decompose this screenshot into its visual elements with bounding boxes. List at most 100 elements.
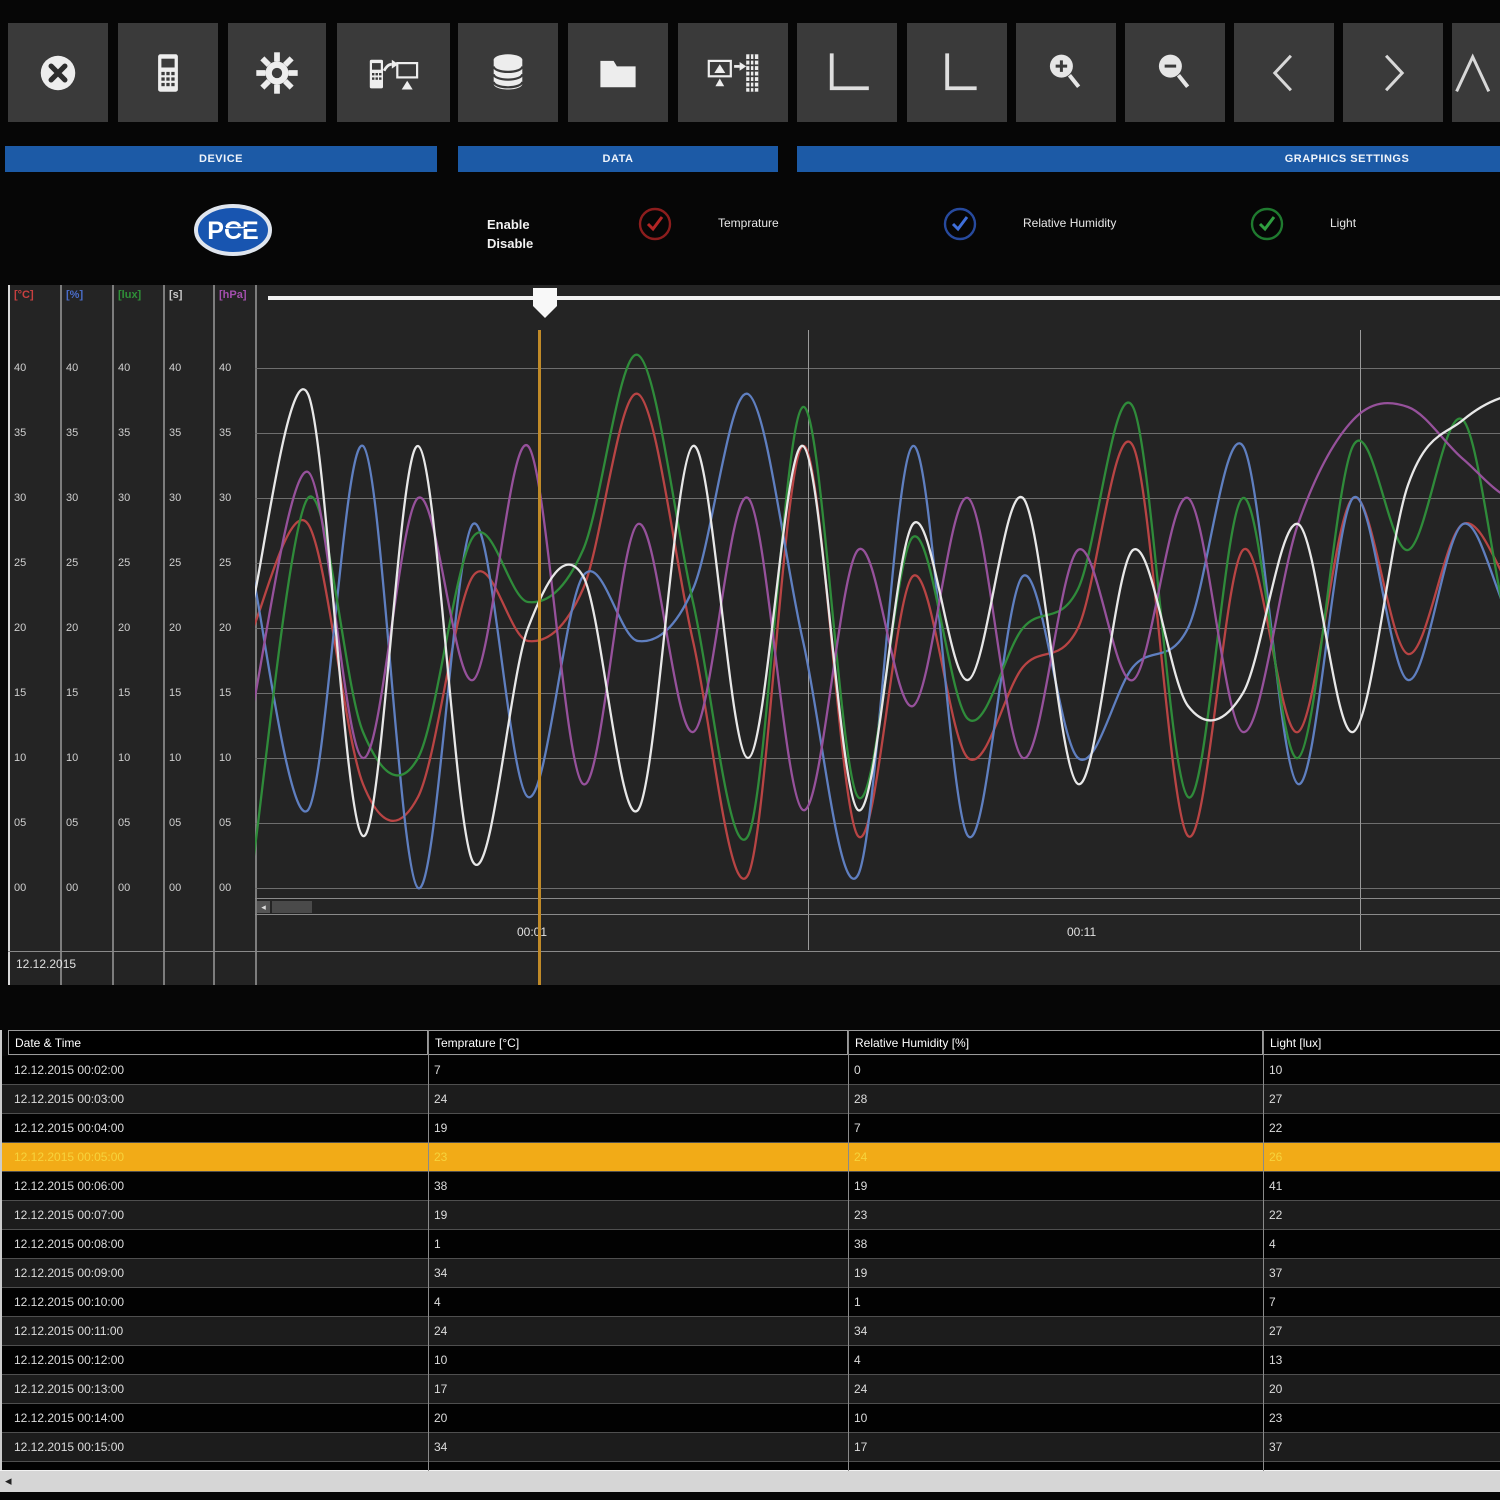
table-row[interactable]: 12.12.2015 00:09:00341937 bbox=[2, 1259, 1500, 1288]
table-header-0[interactable]: Date & Time bbox=[8, 1030, 428, 1055]
table-row[interactable]: 12.12.2015 00:07:00192322 bbox=[2, 1201, 1500, 1230]
table-row[interactable]: 12.12.2015 00:15:00341737 bbox=[2, 1433, 1500, 1462]
table-row[interactable]: 12.12.2015 00:08:001384 bbox=[2, 1230, 1500, 1259]
table-cell: 4 bbox=[428, 1288, 848, 1317]
table-cell: 12.12.2015 00:09:00 bbox=[8, 1259, 428, 1288]
y-tick-label: 25 bbox=[66, 557, 78, 569]
table-row[interactable]: 12.12.2015 00:02:007010 bbox=[2, 1056, 1500, 1085]
table-cell: 1 bbox=[428, 1230, 848, 1259]
table-cell: 12.12.2015 00:12:00 bbox=[8, 1346, 428, 1375]
application-window: DEVICE DATA GRAPHICS SETTINGS PCE Enable… bbox=[0, 0, 1500, 1500]
database-button[interactable] bbox=[458, 23, 558, 122]
y-tick-label: 25 bbox=[169, 557, 181, 569]
series-line--s- bbox=[255, 389, 1500, 865]
read-device-button[interactable] bbox=[337, 23, 450, 122]
table-row[interactable]: 12.12.2015 00:03:00242827 bbox=[2, 1085, 1500, 1114]
table-cell: 12.12.2015 00:15:00 bbox=[8, 1433, 428, 1462]
y-tick-label: 35 bbox=[14, 427, 26, 439]
checkbox-relative-humidity[interactable] bbox=[942, 206, 978, 242]
y-tick-label: 05 bbox=[169, 817, 181, 829]
y-tick-label: 20 bbox=[169, 622, 181, 634]
table-cell: 27 bbox=[1263, 1317, 1500, 1346]
table-row[interactable]: 12.12.2015 00:04:0019722 bbox=[2, 1114, 1500, 1143]
table-cell: 22 bbox=[1263, 1201, 1500, 1230]
horizontal-scrollbar[interactable]: ◂ bbox=[0, 1470, 1500, 1492]
table-row[interactable]: 12.12.2015 00:11:00243427 bbox=[2, 1317, 1500, 1346]
legend-label-light: Light bbox=[1330, 216, 1356, 230]
table-cell: 17 bbox=[428, 1375, 848, 1404]
group-label-graphics-settings: GRAPHICS SETTINGS bbox=[797, 146, 1500, 172]
table-header-1[interactable]: Temprature [°C] bbox=[428, 1030, 848, 1055]
table-cell: 19 bbox=[428, 1201, 848, 1230]
table-cell: 7 bbox=[1263, 1288, 1500, 1317]
device-to-pc-icon bbox=[366, 51, 422, 95]
chart-scrollbar-left-arrow[interactable]: ◂ bbox=[257, 901, 270, 913]
checkbox-temperature[interactable] bbox=[637, 206, 673, 242]
table-cell: 12.12.2015 00:10:00 bbox=[8, 1288, 428, 1317]
settings-button[interactable] bbox=[228, 23, 326, 122]
y-tick-label: 35 bbox=[66, 427, 78, 439]
table-header-3[interactable]: Light [lux] bbox=[1263, 1030, 1500, 1055]
date-row-divider bbox=[8, 951, 1500, 952]
chart-scrollbar-thumb[interactable] bbox=[272, 901, 312, 913]
chart-cursor-line[interactable] bbox=[538, 330, 541, 985]
y-tick-label: 15 bbox=[219, 687, 231, 699]
curve-button[interactable] bbox=[1452, 23, 1500, 122]
table-cell: 12.12.2015 00:03:00 bbox=[8, 1085, 428, 1114]
table-row[interactable]: 12.12.2015 00:12:0010413 bbox=[2, 1346, 1500, 1375]
table-cell: 12.12.2015 00:07:00 bbox=[8, 1201, 428, 1230]
table-cell: 10 bbox=[848, 1404, 1263, 1433]
y-tick-label: 10 bbox=[118, 752, 130, 764]
chevron-left-icon bbox=[1261, 50, 1307, 96]
table-header-2[interactable]: Relative Humidity [%] bbox=[848, 1030, 1263, 1055]
y-tick-label: 15 bbox=[66, 687, 78, 699]
y-tick-label: 40 bbox=[219, 362, 231, 374]
table-row[interactable]: 12.12.2015 00:05:00232426 bbox=[2, 1143, 1500, 1172]
y-tick-label: 40 bbox=[66, 362, 78, 374]
zoom-in-icon bbox=[1043, 50, 1089, 96]
axis-unit-label: [lux] bbox=[118, 289, 141, 301]
table-cell: 27 bbox=[1263, 1085, 1500, 1114]
table-row[interactable]: 12.12.2015 00:06:00381941 bbox=[2, 1172, 1500, 1201]
table-cell: 17 bbox=[848, 1433, 1263, 1462]
table-cell: 7 bbox=[848, 1114, 1263, 1143]
legend-label-temperature: Temprature bbox=[718, 216, 779, 230]
previous-button[interactable] bbox=[1234, 23, 1334, 122]
table-cell: 12.12.2015 00:14:00 bbox=[8, 1404, 428, 1433]
zoom-out-button[interactable] bbox=[1125, 23, 1225, 122]
enable-disable-label[interactable]: Enable Disable bbox=[487, 215, 533, 253]
next-button[interactable] bbox=[1343, 23, 1443, 122]
time-slider-handle[interactable] bbox=[533, 288, 557, 318]
chart-panel[interactable]: [°C]403530252015100500[%]403530252015100… bbox=[8, 285, 1500, 985]
series-line-relative-humidity bbox=[255, 394, 1500, 889]
group-label-data: DATA bbox=[458, 146, 778, 172]
y-tick-label: 25 bbox=[118, 557, 130, 569]
data-table[interactable]: Date & TimeTemprature [°C]Relative Humid… bbox=[0, 1030, 1500, 1471]
y-tick-label: 40 bbox=[118, 362, 130, 374]
export-data-button[interactable] bbox=[678, 23, 788, 122]
table-row[interactable]: 12.12.2015 00:10:00417 bbox=[2, 1288, 1500, 1317]
y-tick-label: 20 bbox=[219, 622, 231, 634]
exit-button[interactable] bbox=[8, 23, 108, 122]
axes-style-1-button[interactable] bbox=[797, 23, 897, 122]
table-cell: 26 bbox=[1263, 1143, 1500, 1172]
y-tick-label: 20 bbox=[66, 622, 78, 634]
axis-unit-label: [%] bbox=[66, 289, 83, 301]
table-cell: 12.12.2015 00:11:00 bbox=[8, 1317, 428, 1346]
open-folder-button[interactable] bbox=[568, 23, 668, 122]
scrollbar-left-arrow[interactable]: ◂ bbox=[5, 1473, 12, 1489]
y-tick-label: 30 bbox=[118, 492, 130, 504]
table-row[interactable]: 12.12.2015 00:14:00201023 bbox=[2, 1404, 1500, 1433]
table-row[interactable]: 12.12.2015 00:13:00172420 bbox=[2, 1375, 1500, 1404]
table-cell: 7 bbox=[428, 1056, 848, 1085]
time-slider-track[interactable] bbox=[268, 296, 1500, 300]
checkbox-light[interactable] bbox=[1249, 206, 1285, 242]
table-cell: 24 bbox=[848, 1375, 1263, 1404]
table-cell: 34 bbox=[428, 1259, 848, 1288]
zoom-in-button[interactable] bbox=[1016, 23, 1116, 122]
x-tick-label: 00:01 bbox=[517, 925, 547, 939]
axes-style-2-button[interactable] bbox=[907, 23, 1007, 122]
device-button[interactable] bbox=[118, 23, 218, 122]
table-cell: 1 bbox=[848, 1288, 1263, 1317]
table-cell: 20 bbox=[428, 1404, 848, 1433]
